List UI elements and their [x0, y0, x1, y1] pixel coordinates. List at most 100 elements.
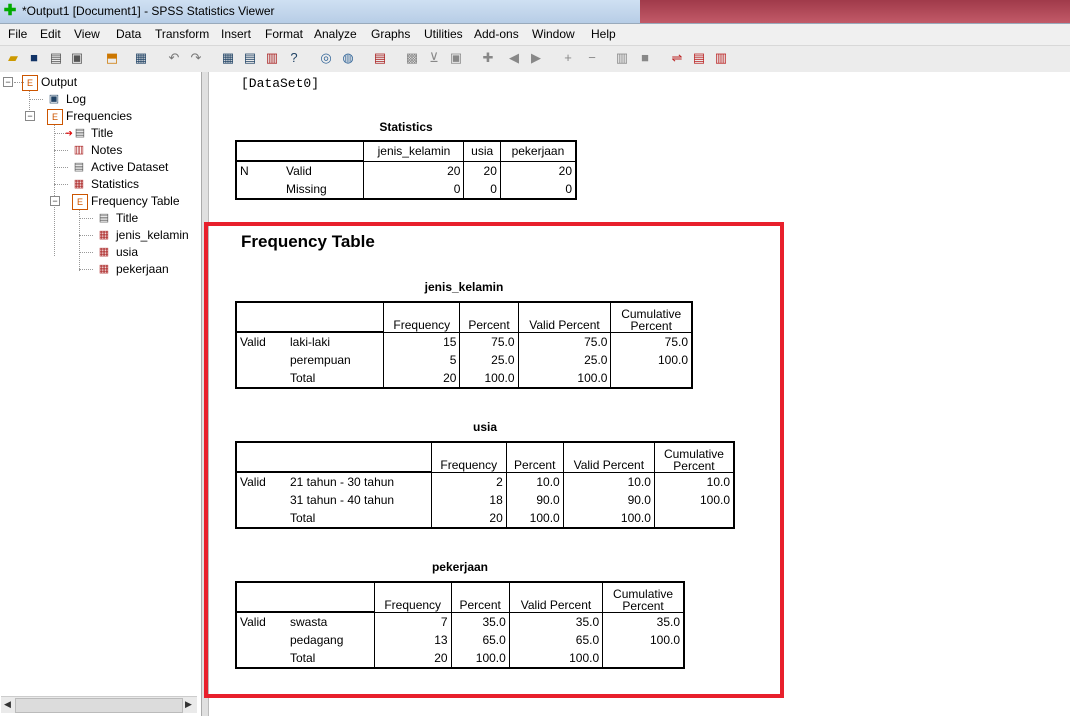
insert-text-icon[interactable]: ▥ — [713, 50, 729, 66]
collapse-frequency-table-icon[interactable]: − — [50, 196, 60, 206]
row-group-label: Valid — [235, 332, 287, 351]
menu-analyze[interactable]: Analyze — [314, 27, 357, 41]
column-header: usia — [463, 140, 501, 162]
cell: 100.0 — [459, 369, 519, 389]
insert-heading-icon[interactable]: ⇌ — [669, 50, 685, 66]
nav-label: Output — [41, 75, 78, 89]
hide-icon[interactable]: ■ — [637, 50, 653, 66]
cell: 90.0 — [563, 491, 655, 509]
cell: 5 — [383, 351, 461, 369]
menu-help[interactable]: Help — [591, 27, 616, 41]
table-row: jenis_kelamin usia pekerjaan — [235, 140, 577, 162]
cell: 100.0 — [451, 649, 510, 669]
nav-label: Title — [91, 126, 114, 140]
insert-title-icon[interactable]: ▤ — [691, 50, 707, 66]
statistics-table: jenis_kelamin usia pekerjaan N Valid 20 … — [235, 140, 577, 200]
nav-label: Active Dataset — [91, 160, 169, 174]
folder-book-icon: E — [72, 194, 88, 210]
cell: 20 — [431, 509, 507, 529]
table-row: Valid laki-laki 15 75.0 75.0 75.0 — [235, 332, 694, 351]
menu-utilities[interactable]: Utilities — [424, 27, 463, 41]
value-labels-icon[interactable]: ▩ — [404, 50, 420, 66]
frequency-table-heading: Frequency Table — [241, 232, 375, 251]
menu-data[interactable]: Data — [116, 27, 141, 41]
pekerjaan-table: Frequency Percent Valid Percent Cumulati… — [234, 581, 686, 669]
collapse-icon[interactable]: − — [584, 50, 600, 66]
save-icon[interactable]: ■ — [26, 50, 42, 66]
menu-window[interactable]: Window — [532, 27, 575, 41]
collapse-output-icon[interactable]: − — [3, 77, 13, 87]
collapse-frequencies-icon[interactable]: − — [25, 111, 35, 121]
goto-case-icon[interactable]: ▤ — [242, 50, 258, 66]
cell: 100.0 — [610, 351, 694, 369]
output-navigator: − − − E Output ▣ Log E Frequencies ➔ ▤ T… — [0, 72, 202, 716]
add-icon[interactable]: ✚ — [480, 50, 496, 66]
forward-icon[interactable]: ▶ — [528, 50, 544, 66]
cell: 10.0 — [563, 472, 655, 491]
open-icon[interactable]: ▰ — [5, 50, 21, 66]
row-label: 21 tahun - 30 tahun — [287, 472, 432, 491]
log-icon: ▣ — [48, 93, 60, 105]
table-row: Frequency Percent Valid Percent Cumulati… — [234, 581, 686, 613]
cell: 2 — [431, 472, 507, 491]
cell: 20 — [363, 161, 465, 180]
cell: 35.0 — [602, 612, 686, 631]
print-icon[interactable]: ▤ — [48, 50, 64, 66]
pekerjaan-title: pekerjaan — [431, 560, 489, 574]
select-cases-icon[interactable]: ◎ — [318, 50, 334, 66]
column-header: Cumulative Percent — [602, 581, 686, 613]
row-label: perempuan — [287, 351, 385, 369]
title-icon: ▤ — [74, 127, 86, 139]
cell: 65.0 — [509, 631, 604, 649]
menu-transform[interactable]: Transform — [155, 27, 209, 41]
cell: 13 — [374, 631, 452, 649]
undo-icon[interactable]: ↶ — [166, 50, 182, 66]
weight-cases-icon[interactable]: ▤ — [372, 50, 388, 66]
nav-label: pekerjaan — [116, 262, 169, 276]
menu-edit[interactable]: Edit — [40, 27, 61, 41]
row-label: Valid — [283, 161, 365, 180]
show-icon[interactable]: ▥ — [614, 50, 630, 66]
cell: 20 — [500, 161, 577, 180]
print-preview-icon[interactable]: ▣ — [69, 50, 85, 66]
cell: 20 — [463, 161, 501, 180]
scroll-left-icon[interactable]: ◀ — [4, 699, 11, 710]
find-icon[interactable]: ? — [286, 50, 302, 66]
menu-add-ons[interactable]: Add-ons — [474, 27, 519, 41]
menu-graphs[interactable]: Graphs — [371, 27, 410, 41]
split-file-icon[interactable]: ◍ — [340, 50, 356, 66]
table-row: pedagang 13 65.0 65.0 100.0 — [235, 631, 686, 649]
table-row: Total 20 100.0 100.0 — [235, 509, 735, 529]
back-icon[interactable]: ◀ — [506, 50, 522, 66]
expand-icon[interactable]: + — [560, 50, 576, 66]
table-row: 31 tahun - 40 tahun 18 90.0 90.0 100.0 — [235, 491, 735, 509]
cell: 10.0 — [654, 472, 735, 491]
variables-icon[interactable]: ▦ — [220, 50, 236, 66]
subset-icon[interactable]: ▣ — [448, 50, 464, 66]
cell: 7 — [374, 612, 452, 631]
title-bar-background — [640, 0, 1070, 23]
table-icon: ▦ — [98, 246, 110, 258]
menu-format[interactable]: Format — [265, 27, 303, 41]
menu-file[interactable]: File — [8, 27, 27, 41]
menu-insert[interactable]: Insert — [221, 27, 251, 41]
column-header: Frequency — [383, 301, 461, 333]
menu-view[interactable]: View — [74, 27, 100, 41]
scroll-thumb[interactable] — [15, 698, 183, 713]
column-header: pekerjaan — [500, 140, 577, 162]
column-header: jenis_kelamin — [363, 140, 465, 162]
filter-icon[interactable]: ⊻ — [426, 50, 442, 66]
cell: 90.0 — [506, 491, 564, 509]
go-to-data-icon[interactable]: ▦ — [133, 50, 149, 66]
cell — [602, 649, 686, 669]
scroll-right-icon[interactable]: ▶ — [185, 699, 192, 710]
nav-label: jenis_kelamin — [116, 228, 189, 242]
row-label: swasta — [287, 612, 375, 631]
navigator-horizontal-scrollbar[interactable]: ◀ ▶ — [1, 696, 197, 713]
insert-cases-icon[interactable]: ▥ — [264, 50, 280, 66]
export-icon[interactable]: ⬒ — [104, 50, 120, 66]
row-label: Total — [287, 649, 375, 669]
redo-icon[interactable]: ↷ — [188, 50, 204, 66]
cell: 100.0 — [654, 491, 735, 509]
table-row: N Valid 20 20 20 — [235, 161, 577, 180]
